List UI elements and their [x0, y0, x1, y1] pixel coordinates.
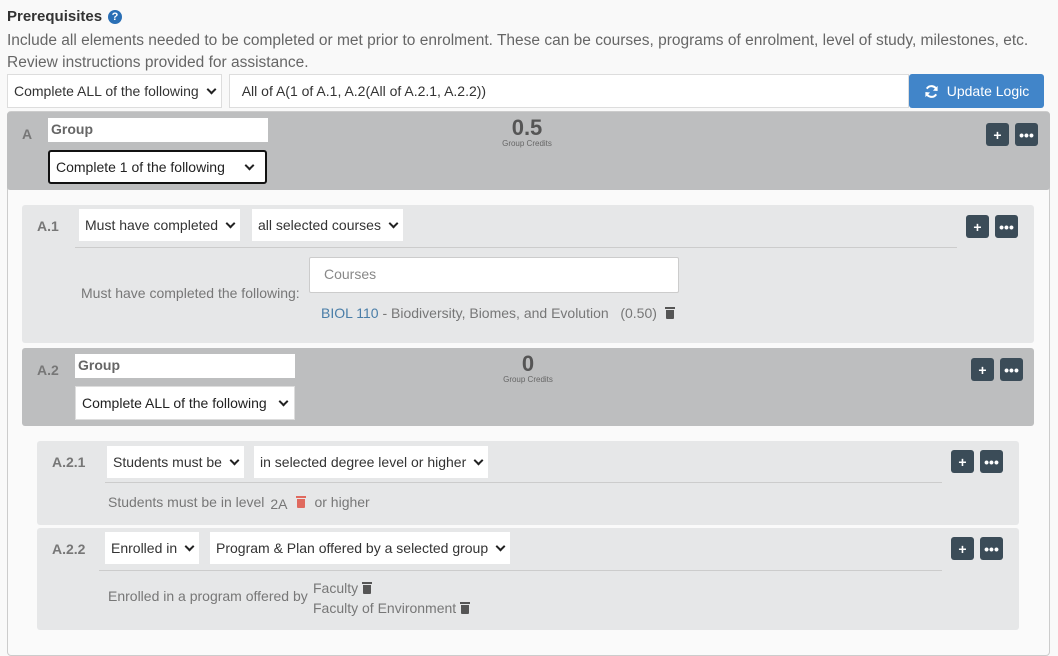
rule-a1-text: Must have completed the following:: [81, 285, 300, 301]
course-credits: (0.50): [620, 305, 657, 321]
refresh-icon: [925, 84, 938, 98]
more-options-button[interactable]: •••: [1000, 358, 1023, 381]
course-title: - Biodiversity, Biomes, and Evolution: [378, 305, 609, 321]
add-button[interactable]: +: [986, 123, 1009, 146]
rule-a2-1-select-2-value: in selected degree level or higher: [260, 454, 467, 470]
group-a2-credits-caption: Group Credits: [503, 375, 553, 384]
faculty-item: Faculty: [313, 580, 373, 596]
group-a2-condition-select[interactable]: Complete ALL of the following: [75, 386, 295, 420]
chevron-down-icon: [225, 218, 236, 228]
top-condition-select[interactable]: Complete ALL of the following: [7, 74, 222, 108]
course-item: BIOL 110 - Biodiversity, Biomes, and Evo…: [321, 305, 675, 321]
level-text-after: or higher: [314, 494, 370, 510]
add-button[interactable]: +: [966, 215, 989, 238]
chevron-down-icon: [278, 396, 289, 406]
course-code-link[interactable]: BIOL 110: [321, 305, 379, 321]
rule-a1-select-1-value: Must have completed: [85, 217, 219, 233]
group-a-header: A Group Complete 1 of the following 0.5 …: [7, 112, 1050, 190]
trash-icon[interactable]: [362, 582, 373, 594]
rule-a2-1-select-1[interactable]: Students must be: [107, 446, 244, 478]
group-a-actions: + •••: [986, 123, 1038, 146]
rule-a1-actions: + •••: [966, 215, 1018, 238]
group-a2-label: A.2: [37, 362, 59, 378]
rule-a1-select-1[interactable]: Must have completed: [79, 209, 241, 241]
faculty-item-label: Faculty: [313, 580, 359, 596]
rule-a2-1-label: A.2.1: [52, 454, 86, 470]
faculty-item-label: Faculty of Environment: [313, 600, 457, 616]
faculty-item: Faculty of Environment: [313, 600, 471, 616]
rule-a2-1: A.2.1 Students must be in selected degre…: [37, 441, 1019, 525]
rule-a2-2: A.2.2 Enrolled in Program & Plan offered…: [37, 528, 1019, 630]
trash-icon[interactable]: [295, 496, 306, 508]
group-a-name-input[interactable]: Group: [48, 118, 268, 142]
courses-search-input[interactable]: Courses: [309, 257, 679, 293]
group-a-label: A: [22, 126, 33, 142]
rule-a2-2-select-2-value: Program & Plan offered by a selected gro…: [216, 540, 489, 556]
trash-icon[interactable]: [460, 602, 471, 614]
rule-a2-2-divider: [99, 570, 942, 571]
rule-a2-1-actions: + •••: [951, 450, 1003, 473]
more-options-button[interactable]: •••: [980, 450, 1003, 473]
question-circle-icon[interactable]: ?: [108, 9, 123, 24]
chevron-down-icon: [184, 541, 195, 551]
group-a-condition-select[interactable]: Complete 1 of the following: [48, 150, 267, 184]
more-options-button[interactable]: •••: [1015, 123, 1038, 146]
rule-a2-2-select-1[interactable]: Enrolled in: [105, 532, 200, 564]
logic-expression-input[interactable]: All of A(1 of A.1, A.2(All of A.2.1, A.2…: [228, 74, 909, 108]
section-description: Include all elements needed to be comple…: [7, 32, 1029, 71]
chevron-down-icon: [388, 218, 399, 228]
group-a-container: A Group Complete 1 of the following 0.5 …: [7, 111, 1050, 656]
chevron-down-icon: [473, 455, 484, 465]
group-a-credits: 0.5 Group Credits: [482, 115, 572, 149]
group-a2-actions: + •••: [971, 358, 1023, 381]
group-a2-name-input[interactable]: Group: [75, 354, 295, 378]
group-a2-condition-value: Complete ALL of the following: [82, 395, 267, 411]
more-options-button[interactable]: •••: [980, 537, 1003, 560]
trash-icon[interactable]: [664, 307, 675, 319]
logic-bar: Complete ALL of the following All of A(1…: [7, 74, 1044, 108]
group-a2-header: A.2 Group Complete ALL of the following …: [22, 348, 1034, 426]
rule-a2-2-label: A.2.2: [52, 541, 86, 557]
chevron-down-icon: [229, 455, 240, 465]
update-logic-label: Update Logic: [946, 83, 1030, 99]
rule-a1-select-2[interactable]: all selected courses: [252, 209, 403, 241]
rule-a2-2-select-1-value: Enrolled in: [111, 540, 178, 556]
rule-a1-label: A.1: [37, 218, 59, 234]
update-logic-button[interactable]: Update Logic: [909, 74, 1044, 108]
rule-a2-1-divider: [105, 482, 942, 483]
add-button[interactable]: +: [951, 450, 974, 473]
group-a-credits-caption: Group Credits: [502, 139, 552, 148]
level-text-before: Students must be in level: [108, 494, 265, 510]
level-value: 2A: [270, 496, 287, 512]
group-a2-credits-value: 0: [521, 351, 535, 376]
group-a-credits-value: 0.5: [511, 115, 543, 140]
chevron-down-icon: [206, 84, 217, 94]
rule-a2-1-text: Students must be in level 2A or higher: [108, 494, 370, 512]
chevron-down-icon: [495, 541, 506, 551]
rule-a2-1-select-1-value: Students must be: [113, 454, 222, 470]
rule-a2-1-select-2[interactable]: in selected degree level or higher: [254, 446, 489, 478]
group-a-condition-value: Complete 1 of the following: [56, 159, 225, 175]
rule-a1: A.1 Must have completed all selected cou…: [22, 205, 1034, 343]
group-a2-credits: 0 Group Credits: [483, 351, 573, 385]
add-button[interactable]: +: [951, 537, 974, 560]
add-button[interactable]: +: [971, 358, 994, 381]
rule-a1-divider: [75, 247, 957, 248]
chevron-down-icon: [244, 160, 255, 170]
prerequisites-heading: Prerequisites: [7, 8, 103, 25]
rule-a1-select-2-value: all selected courses: [258, 217, 381, 233]
top-condition-select-value: Complete ALL of the following: [14, 83, 199, 99]
rule-a2-2-actions: + •••: [951, 537, 1003, 560]
rule-a2-2-select-2[interactable]: Program & Plan offered by a selected gro…: [210, 532, 511, 564]
more-options-button[interactable]: •••: [995, 215, 1018, 238]
section-title: Prerequisites ?: [7, 8, 123, 25]
rule-a2-2-text: Enrolled in a program offered by: [108, 588, 308, 604]
